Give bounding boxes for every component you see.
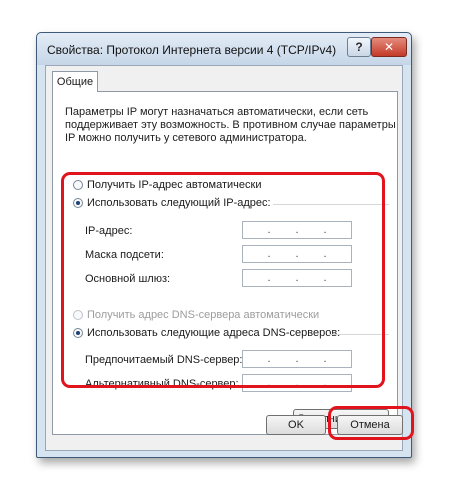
ip-auto-label: Получить IP-адрес автоматически [87,179,262,191]
dns-manual-label: Использовать следующие адреса DNS-сервер… [87,327,341,339]
dns-auto-radio[interactable] [73,310,83,320]
alternate-dns-input[interactable]: ... [242,374,352,392]
ip-address-label: IP-адрес: [85,225,133,237]
dialog-window: Свойства: Протокол Интернета версии 4 (T… [36,32,412,458]
cancel-button[interactable]: Отмена [337,415,403,435]
ip-manual-label: Использовать следующий IP-адрес: [87,197,271,209]
preferred-dns-label: Предпочитаемый DNS-сервер: [85,354,243,366]
window-title: Свойства: Протокол Интернета версии 4 (T… [47,43,337,57]
dns-auto-label: Получить адрес DNS-сервера автоматически [87,309,320,321]
general-tab-panel: Параметры IP могут назначаться автоматич… [52,91,398,435]
default-gateway-input[interactable]: ... [242,269,352,287]
title-bar[interactable]: Свойства: Протокол Интернета версии 4 (T… [37,33,411,65]
radio-selected-dot [76,331,80,335]
help-button[interactable]: ? [347,37,371,57]
alternate-dns-label: Альтернативный DNS-сервер: [85,378,239,390]
dns-manual-radio[interactable] [73,328,83,338]
description-line: IP можно получить у сетевого администрат… [65,132,307,144]
tab-general-label: Общие [56,76,94,88]
subnet-mask-label: Маска подсети: [85,249,164,261]
default-gateway-label: Основной шлюз: [85,273,171,285]
ip-auto-radio[interactable] [73,180,83,190]
radio-selected-dot [76,201,80,205]
dns-auto-option[interactable]: Получить адрес DNS-сервера автоматически [73,309,319,321]
close-button[interactable]: ✕ [371,37,407,57]
group-divider [329,334,389,335]
ok-button[interactable]: OK [266,415,326,435]
dns-manual-option[interactable]: Использовать следующие адреса DNS-сервер… [73,327,340,339]
description-line: Параметры IP могут назначаться автоматич… [65,106,369,118]
description-line: поддерживает эту возможность. В противно… [65,119,396,131]
group-divider [273,204,389,205]
subnet-mask-input[interactable]: ... [242,245,352,263]
ip-auto-option[interactable]: Получить IP-адрес автоматически [73,179,261,191]
description-text: Параметры IP могут назначаться автоматич… [65,106,396,145]
ip-manual-option[interactable]: Использовать следующий IP-адрес: [73,197,271,209]
tab-general[interactable]: Общие [52,71,98,92]
dialog-client-area: Общие Параметры IP могут назначаться авт… [45,65,403,451]
ip-manual-radio[interactable] [73,198,83,208]
ip-address-input[interactable]: ... [242,221,352,239]
preferred-dns-input[interactable]: ... [242,350,352,368]
